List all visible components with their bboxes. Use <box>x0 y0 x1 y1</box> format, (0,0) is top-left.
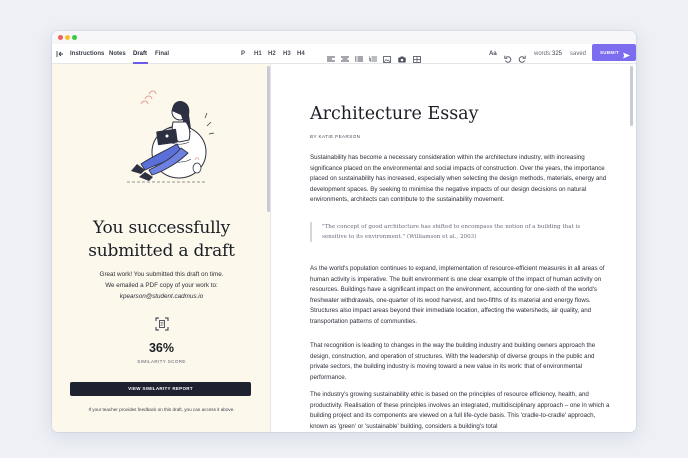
essay-title[interactable]: Architecture Essay <box>310 104 479 124</box>
student-illustration <box>107 82 217 190</box>
maximize-window-button[interactable] <box>72 35 77 40</box>
app-window: Instructions Notes Draft Final P H1 H2 H… <box>52 31 636 432</box>
tab-final[interactable]: Final <box>155 44 169 64</box>
essay-byline: BY KATIE PEARSON <box>310 134 360 139</box>
title-bar <box>52 31 636 44</box>
font-size-button[interactable]: Aa <box>489 44 497 64</box>
similarity-score-label: SIMILARITY SCORE <box>52 359 271 364</box>
essay-paragraph[interactable]: The industry's growing sustainability et… <box>310 390 610 432</box>
feedback-note: If your teacher provides feedback on thi… <box>52 407 271 412</box>
minimize-window-button[interactable] <box>65 35 70 40</box>
tab-instructions[interactable]: Instructions <box>70 44 104 64</box>
close-window-button[interactable] <box>58 35 63 40</box>
success-title: You successfully submitted a draft <box>52 217 271 263</box>
format-h2-button[interactable]: H2 <box>268 44 276 64</box>
format-h1-button[interactable]: H1 <box>254 44 262 64</box>
tab-notes[interactable]: Notes <box>109 44 126 64</box>
essay-quote[interactable]: "The concept of good architecture has sh… <box>310 222 600 242</box>
essay-paragraph[interactable]: That recognition is leading to changes i… <box>310 341 610 383</box>
essay-editor[interactable]: Architecture Essay BY KATIE PEARSON Sust… <box>272 64 636 432</box>
success-message-line-2: We emailed a PDF copy of your work to: <box>52 280 271 291</box>
word-count-label: words: <box>534 44 552 64</box>
submit-label: SUBMIT <box>600 50 619 55</box>
view-similarity-report-button[interactable]: VIEW SIMILARITY REPORT <box>70 382 251 396</box>
word-count-value: 325 <box>552 44 562 64</box>
editor-toolbar: Instructions Notes Draft Final P H1 H2 H… <box>52 44 636 64</box>
format-h3-button[interactable]: H3 <box>283 44 291 64</box>
left-pane-scrollbar[interactable] <box>267 66 270 212</box>
format-h4-button[interactable]: H4 <box>297 44 305 64</box>
editor-scrollbar[interactable] <box>630 66 633 126</box>
success-message-line-1: Great work! You submitted this draft on … <box>52 269 271 280</box>
essay-paragraph[interactable]: Sustainability has become a necessary co… <box>310 153 610 206</box>
submission-panel: You successfully submitted a draft Great… <box>52 64 271 432</box>
format-paragraph-button[interactable]: P <box>241 44 245 64</box>
sidebar-collapse-icon[interactable] <box>56 44 64 64</box>
essay-paragraph[interactable]: As the world's population continues to e… <box>310 264 610 327</box>
scan-document-icon <box>155 317 169 336</box>
submitted-email: kpearson@student.cadmus.io <box>52 291 271 302</box>
save-status: saved <box>570 44 586 64</box>
similarity-score-value: 36% <box>52 341 271 355</box>
submit-button[interactable]: SUBMIT <box>592 44 636 61</box>
tab-draft[interactable]: Draft <box>133 44 147 64</box>
